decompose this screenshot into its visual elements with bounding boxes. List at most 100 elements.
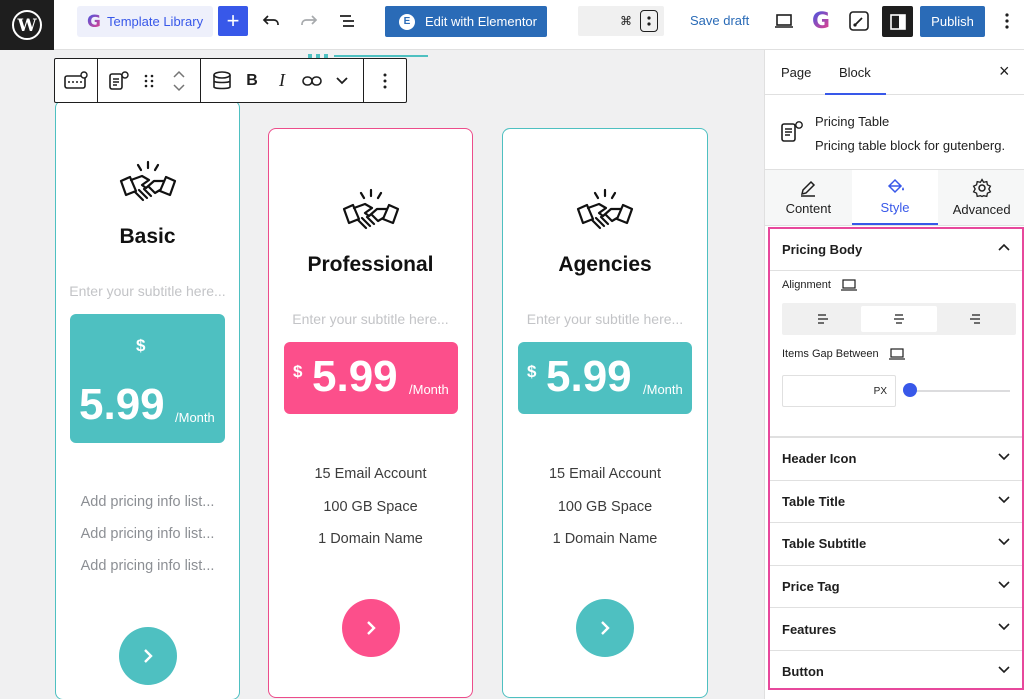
feature-item[interactable]: Add pricing info list... <box>56 558 239 574</box>
chevron-down-icon <box>998 581 1010 588</box>
panel-table-subtitle[interactable]: Table Subtitle <box>770 522 1022 565</box>
pricing-button[interactable] <box>341 599 400 657</box>
tab-advanced[interactable]: Advanced <box>938 170 1024 225</box>
elementor-icon: E <box>399 13 415 30</box>
unit-label[interactable]: PX <box>874 386 887 397</box>
pricing-card-professional[interactable]: Professional Enter your subtitle here...… <box>268 128 473 698</box>
chevron-right-icon <box>366 621 376 635</box>
more-options-icon[interactable] <box>994 8 1020 34</box>
items-gap-input[interactable]: PX <box>782 375 896 407</box>
chevron-down-icon[interactable] <box>327 66 357 96</box>
wordpress-logo-icon[interactable]: W <box>0 0 54 50</box>
style-editor-icon[interactable] <box>846 8 872 34</box>
price-period: /Month <box>409 382 449 397</box>
feature-item[interactable]: 100 GB Space <box>503 499 707 515</box>
align-center-button[interactable] <box>861 306 937 332</box>
price-amount: 5.99 <box>312 352 398 401</box>
card-title[interactable]: Agencies <box>503 253 707 277</box>
italic-icon[interactable]: I <box>267 66 297 96</box>
bold-icon[interactable]: B <box>237 66 267 96</box>
pricing-card-basic[interactable]: Basic Enter your subtitle here... $ 5.99… <box>55 100 240 699</box>
tab-style[interactable]: Style <box>851 170 939 225</box>
panel-table-title[interactable]: Table Title <box>770 479 1022 523</box>
panel-features[interactable]: Features <box>770 607 1022 650</box>
feature-item[interactable]: 15 Email Account <box>269 466 472 482</box>
price-currency: $ <box>527 362 537 381</box>
chevron-down-icon <box>998 496 1010 503</box>
block-options-icon[interactable] <box>370 66 400 96</box>
parent-block-group <box>55 59 98 102</box>
tab-page[interactable]: Page <box>781 65 811 80</box>
gear-icon <box>972 178 991 198</box>
panel-price-tag[interactable]: Price Tag <box>770 564 1022 608</box>
panel-title: Header Icon <box>782 451 857 467</box>
dynamic-data-icon[interactable] <box>207 66 237 96</box>
document-overview-icon[interactable] <box>334 8 360 34</box>
publish-button[interactable]: Publish <box>920 6 985 37</box>
block-title: Pricing Table <box>815 114 890 129</box>
feature-item[interactable]: Add pricing info list... <box>56 526 239 542</box>
template-library-button[interactable]: G Template Library <box>77 6 213 37</box>
style-panels: Pricing Body Alignment Items Gap Between… <box>768 227 1024 690</box>
chevron-right-icon <box>143 649 153 663</box>
move-up-down-icon[interactable] <box>164 66 194 96</box>
feature-item[interactable]: Add pricing info list... <box>56 494 239 510</box>
align-right-button[interactable] <box>937 306 1013 332</box>
active-tab-indicator <box>825 93 886 95</box>
edit-with-elementor-button[interactable]: E Edit with Elementor <box>385 6 547 37</box>
desktop-icon[interactable] <box>840 279 857 291</box>
items-gap-slider-thumb[interactable] <box>903 383 917 397</box>
formatting-group: B I <box>201 59 364 102</box>
price-tag[interactable]: $ 5.99 /Month <box>70 314 225 443</box>
redo-icon[interactable] <box>296 8 322 34</box>
pricing-table-block-icon <box>781 121 803 142</box>
feature-item[interactable]: 15 Email Account <box>503 466 707 482</box>
command-key-label: ⌘ <box>620 14 632 28</box>
select-parent-block-icon[interactable] <box>61 66 91 96</box>
pricing-table-block-icon[interactable] <box>104 66 134 96</box>
block-type-group <box>98 59 201 102</box>
desktop-icon[interactable] <box>888 348 905 360</box>
card-title[interactable]: Basic <box>56 225 239 249</box>
price-amount: 5.99 <box>79 380 165 429</box>
save-draft-link[interactable]: Save draft <box>690 13 749 28</box>
pricing-button[interactable] <box>576 599 634 657</box>
chevron-down-icon <box>998 538 1010 546</box>
chevron-down-icon <box>998 453 1010 461</box>
panel-header-icon[interactable]: Header Icon <box>770 437 1022 480</box>
undo-icon[interactable] <box>258 8 284 34</box>
card-subtitle[interactable]: Enter your subtitle here... <box>64 283 231 299</box>
panel-title: Button <box>782 664 824 680</box>
tab-content-label: Content <box>785 201 832 216</box>
preview-device-icon[interactable] <box>771 8 797 34</box>
price-tag[interactable]: $ 5.99 /Month <box>284 342 458 414</box>
block-drag-indicator <box>308 46 428 58</box>
gutenkit-logo-icon: G <box>87 11 101 32</box>
card-subtitle[interactable]: Enter your subtitle here... <box>277 311 464 327</box>
align-left-button[interactable] <box>785 306 861 332</box>
pricing-card-agencies[interactable]: Agencies Enter your subtitle here... $ 5… <box>502 128 708 698</box>
price-tag[interactable]: $ 5.99 /Month <box>518 342 692 414</box>
price-period: /Month <box>175 410 215 425</box>
feature-item[interactable]: 1 Domain Name <box>269 531 472 547</box>
chevron-down-icon <box>998 623 1010 631</box>
add-block-button[interactable]: + <box>218 6 248 36</box>
drag-handle-icon[interactable] <box>134 66 164 96</box>
card-title[interactable]: Professional <box>269 253 472 277</box>
command-palette-button[interactable]: ⌘ <box>578 6 664 36</box>
pricing-button[interactable] <box>118 627 177 685</box>
feature-item[interactable]: 100 GB Space <box>269 499 472 515</box>
feature-item[interactable]: 1 Domain Name <box>503 531 707 547</box>
gutenkit-settings-icon[interactable]: G <box>808 8 834 34</box>
panel-pricing-body-header[interactable]: Pricing Body <box>770 229 1022 271</box>
tab-content[interactable]: Content <box>765 170 852 225</box>
block-card: Pricing Table Pricing table block for gu… <box>765 96 1024 170</box>
tab-block[interactable]: Block <box>839 65 871 80</box>
panel-button[interactable]: Button <box>770 649 1022 693</box>
handshake-icon <box>576 188 634 230</box>
card-subtitle[interactable]: Enter your subtitle here... <box>511 311 699 327</box>
close-icon[interactable]: × <box>999 61 1010 82</box>
link-icon[interactable] <box>297 66 327 96</box>
items-gap-slider-track[interactable] <box>908 390 1010 392</box>
settings-sidebar-toggle-icon[interactable] <box>882 6 913 37</box>
